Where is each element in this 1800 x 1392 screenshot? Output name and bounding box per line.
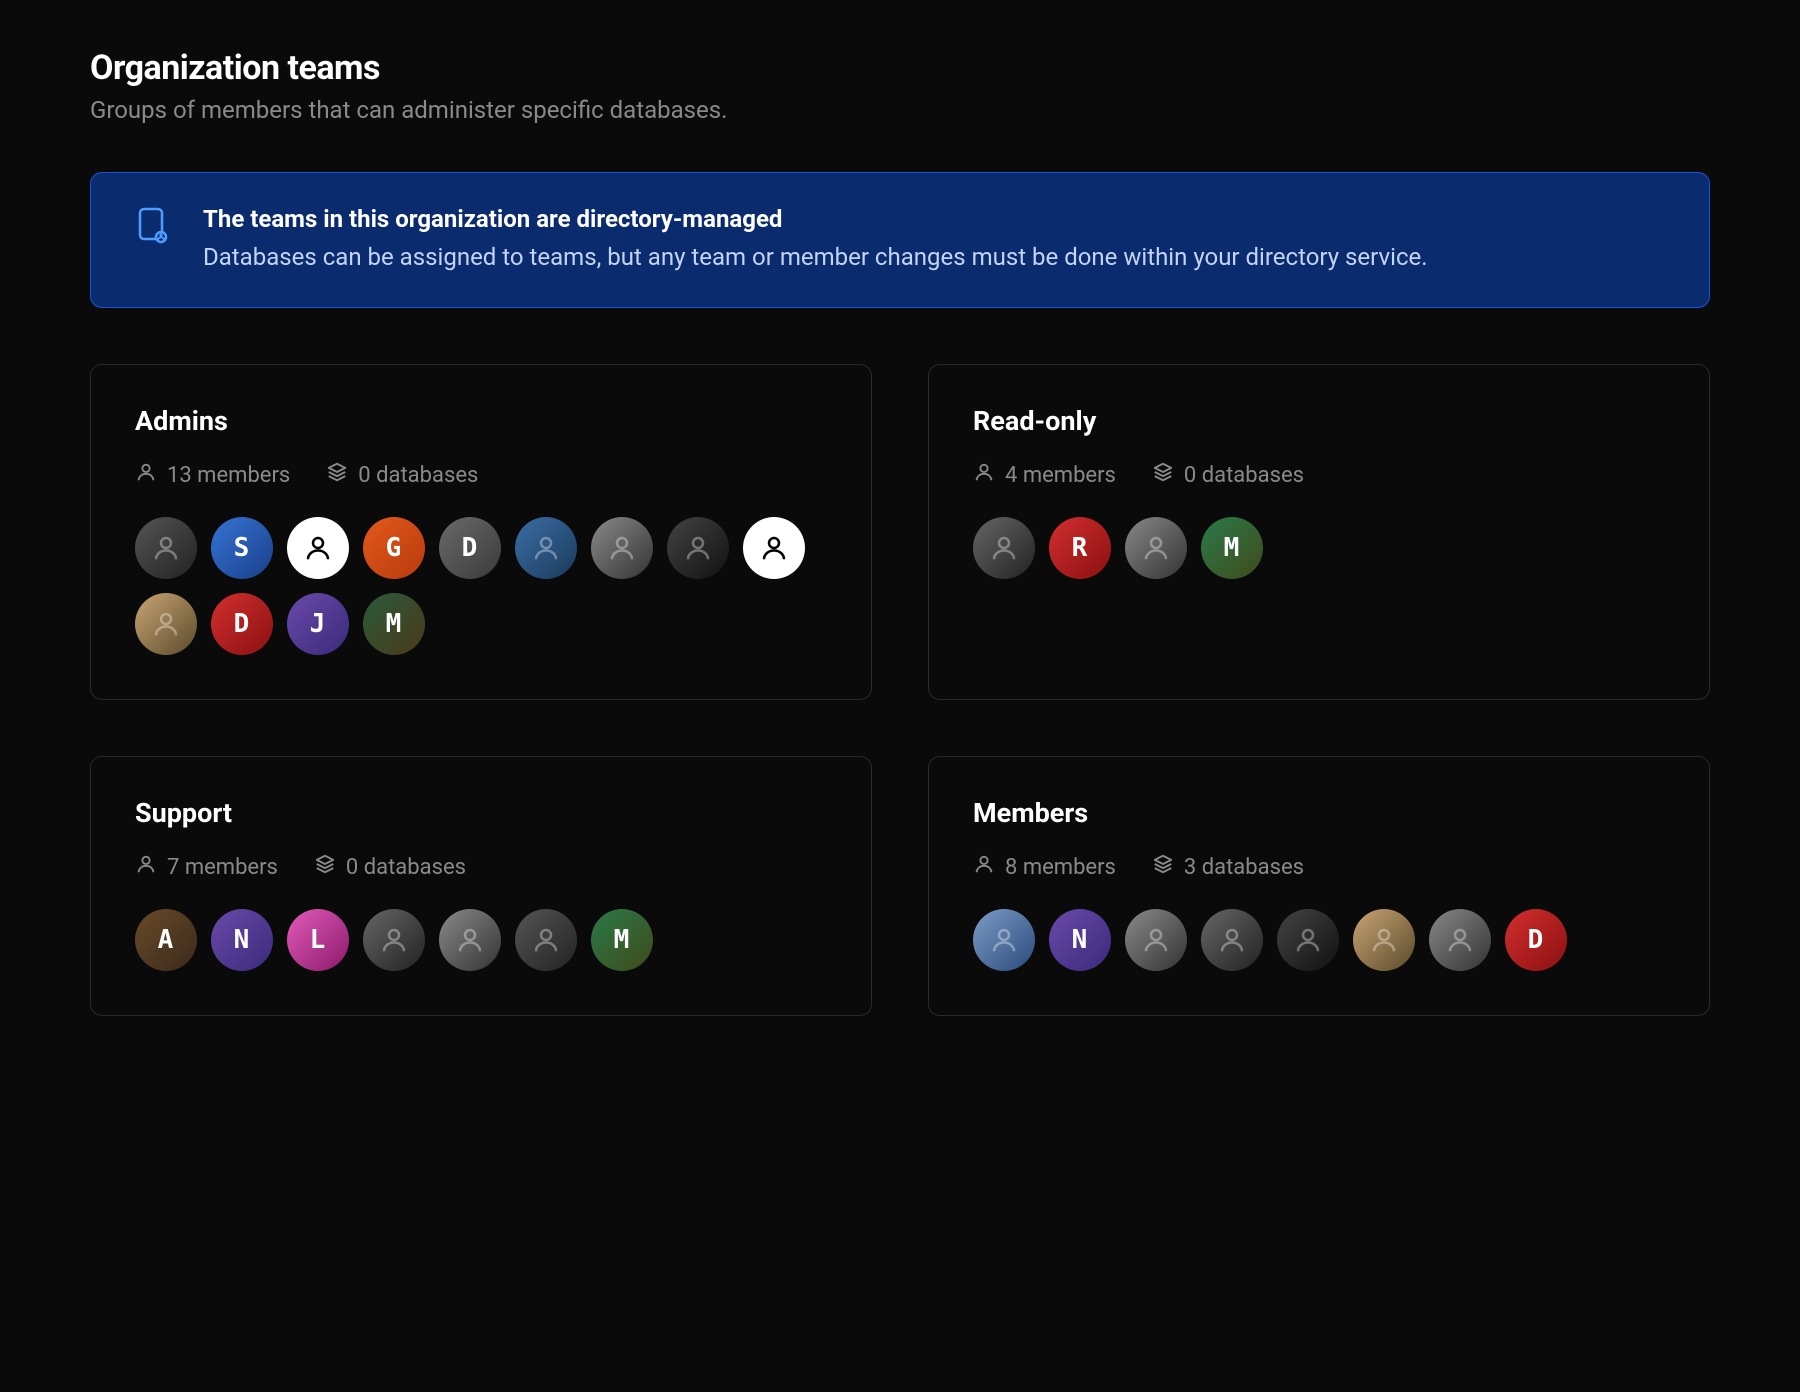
avatar-photo[interactable] xyxy=(1125,909,1187,971)
directory-managed-icon xyxy=(131,205,175,249)
team-card-members[interactable]: Members 8 members xyxy=(928,756,1710,1016)
team-name: Read-only xyxy=(973,405,1665,437)
avatar-letter-a[interactable]: A xyxy=(135,909,197,971)
databases-count-label: 0 databases xyxy=(1184,463,1304,488)
page-subtitle: Groups of members that can administer sp… xyxy=(90,96,1710,124)
team-card-support[interactable]: Support 7 members xyxy=(90,756,872,1016)
page-title: Organization teams xyxy=(90,48,1710,88)
team-name: Support xyxy=(135,797,827,829)
avatar-letter-n[interactable]: N xyxy=(1049,909,1111,971)
members-count-label: 4 members xyxy=(1005,463,1116,488)
members-count-label: 13 members xyxy=(167,463,290,488)
directory-managed-banner: The teams in this organization are direc… xyxy=(90,172,1710,308)
team-name: Admins xyxy=(135,405,827,437)
avatar-row: R M xyxy=(973,517,1665,579)
avatar-photo[interactable] xyxy=(515,517,577,579)
avatar-photo[interactable] xyxy=(135,593,197,655)
avatar-photo[interactable] xyxy=(667,517,729,579)
stack-icon xyxy=(326,461,348,489)
person-icon xyxy=(973,461,995,489)
banner-title: The teams in this organization are direc… xyxy=(203,205,1428,233)
avatar-letter-n[interactable]: N xyxy=(211,909,273,971)
team-name: Members xyxy=(973,797,1665,829)
avatar-letter-j[interactable]: J xyxy=(287,593,349,655)
avatar-generic[interactable] xyxy=(743,517,805,579)
databases-count: 0 databases xyxy=(1152,461,1304,489)
avatar-letter-d[interactable]: D xyxy=(439,517,501,579)
stack-icon xyxy=(314,853,336,881)
avatar-row: ANL M xyxy=(135,909,827,971)
avatar-photo[interactable] xyxy=(973,909,1035,971)
databases-count: 3 databases xyxy=(1152,853,1304,881)
members-count-label: 7 members xyxy=(167,855,278,880)
avatar-letter-d[interactable]: D xyxy=(1505,909,1567,971)
person-icon xyxy=(135,853,157,881)
members-count: 7 members xyxy=(135,853,278,881)
avatar-photo[interactable] xyxy=(591,517,653,579)
databases-count-label: 0 databases xyxy=(346,855,466,880)
avatar-letter-r[interactable]: R xyxy=(1049,517,1111,579)
avatar-photo[interactable] xyxy=(973,517,1035,579)
databases-count-label: 3 databases xyxy=(1184,855,1304,880)
person-icon xyxy=(135,461,157,489)
avatar-row: S GD DJM xyxy=(135,517,827,655)
databases-count: 0 databases xyxy=(314,853,466,881)
stack-icon xyxy=(1152,461,1174,489)
avatar-letter-m[interactable]: M xyxy=(591,909,653,971)
databases-count-label: 0 databases xyxy=(358,463,478,488)
avatar-photo[interactable] xyxy=(1125,517,1187,579)
stack-icon xyxy=(1152,853,1174,881)
avatar-letter-m[interactable]: M xyxy=(1201,517,1263,579)
members-count: 13 members xyxy=(135,461,290,489)
avatar-letter-s[interactable]: S xyxy=(211,517,273,579)
avatar-photo[interactable] xyxy=(363,909,425,971)
avatar-letter-d[interactable]: D xyxy=(211,593,273,655)
avatar-letter-g[interactable]: G xyxy=(363,517,425,579)
members-count: 8 members xyxy=(973,853,1116,881)
avatar-photo[interactable] xyxy=(1353,909,1415,971)
members-count-label: 8 members xyxy=(1005,855,1116,880)
avatar-photo[interactable] xyxy=(439,909,501,971)
members-count: 4 members xyxy=(973,461,1116,489)
databases-count: 0 databases xyxy=(326,461,478,489)
team-card-admins[interactable]: Admins 13 members xyxy=(90,364,872,700)
avatar-generic[interactable] xyxy=(287,517,349,579)
person-icon xyxy=(973,853,995,881)
avatar-photo[interactable] xyxy=(135,517,197,579)
avatar-photo[interactable] xyxy=(1429,909,1491,971)
avatar-photo[interactable] xyxy=(515,909,577,971)
avatar-letter-m[interactable]: M xyxy=(363,593,425,655)
avatar-row: N D xyxy=(973,909,1665,971)
team-card-read-only[interactable]: Read-only 4 members xyxy=(928,364,1710,700)
banner-description: Databases can be assigned to teams, but … xyxy=(203,239,1428,275)
avatar-letter-l[interactable]: L xyxy=(287,909,349,971)
avatar-photo[interactable] xyxy=(1201,909,1263,971)
avatar-photo[interactable] xyxy=(1277,909,1339,971)
